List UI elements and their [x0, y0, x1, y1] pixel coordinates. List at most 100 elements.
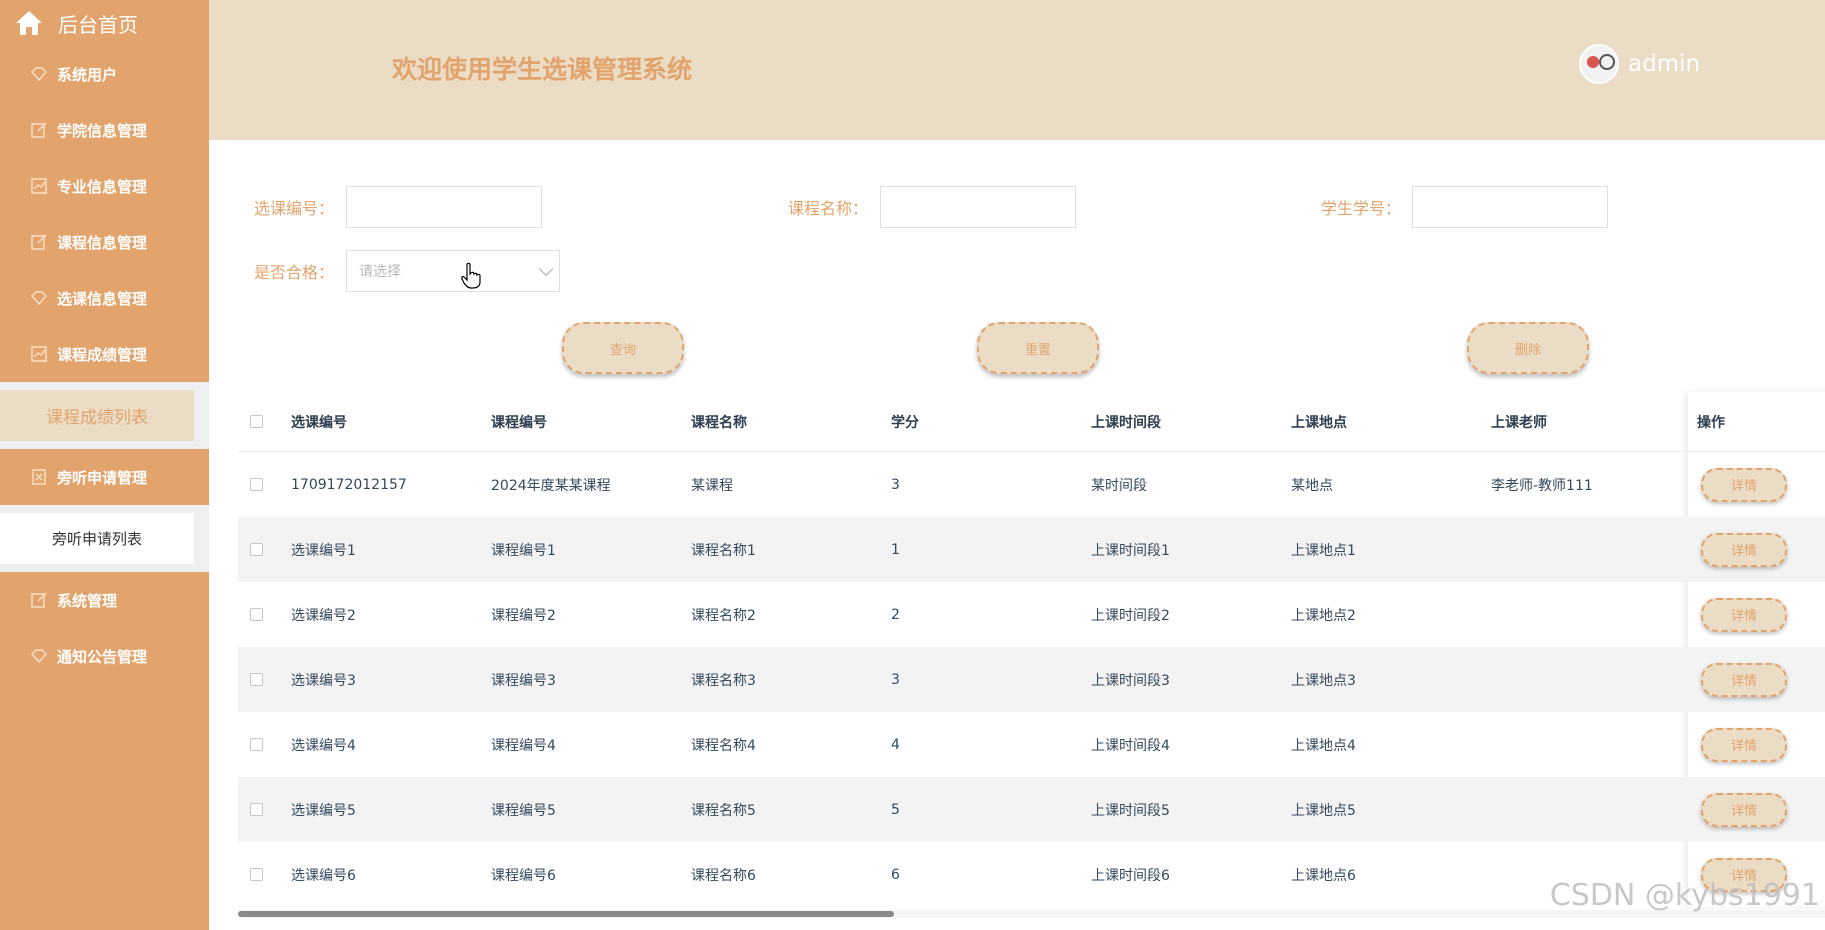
cell: 课程编号2: [491, 607, 556, 624]
detail-button[interactable]: 详情: [1701, 467, 1787, 502]
header: 欢迎使用学生选课管理系统 admin: [209, 0, 1825, 140]
cell: 6: [891, 866, 900, 883]
selection-no-input[interactable]: [346, 186, 542, 228]
grades-table: 选课编号 课程编号 课程名称 学分 上课时间段 上课地点 上课老师 操作 170…: [238, 392, 1825, 907]
sidebar-item-major[interactable]: 专业信息管理: [0, 158, 209, 214]
sidebar-item-label: 课程成绩管理: [57, 345, 148, 364]
course-name-input[interactable]: [880, 186, 1076, 228]
home-label: 后台首页: [58, 12, 138, 37]
table-row[interactable]: 1709172012157 2024年度某某课程 某课程 3 某时间段 某地点 …: [238, 452, 1825, 517]
bookmark-icon: [30, 468, 48, 486]
page-title: 欢迎使用学生选课管理系统: [392, 55, 693, 84]
detail-button[interactable]: 详情: [1701, 597, 1787, 632]
cell: 选课编号3: [291, 672, 356, 689]
cell: 选课编号5: [291, 802, 356, 819]
cell: 上课时间段6: [1091, 867, 1170, 884]
sidebar-item-label: 系统管理: [57, 591, 118, 610]
cell: 课程名称5: [691, 802, 756, 819]
cell: 课程名称1: [691, 542, 756, 559]
table-row[interactable]: 选课编号3 课程编号3 课程名称3 3 上课时间段3 上课地点3 详情: [238, 647, 1825, 712]
reset-button[interactable]: 重置: [977, 322, 1099, 374]
row-checkbox[interactable]: [250, 478, 263, 491]
col-header: 课程名称: [691, 414, 747, 431]
cell: 课程名称4: [691, 737, 756, 754]
cell: 选课编号1: [291, 542, 356, 559]
cell: 1: [891, 541, 900, 558]
sidebar-item-selection[interactable]: 选课信息管理: [0, 270, 209, 326]
sidebar-item-college[interactable]: 学院信息管理: [0, 102, 209, 158]
cell: 5: [891, 801, 900, 818]
cell: 课程名称3: [691, 672, 756, 689]
cell: 上课时间段1: [1091, 542, 1170, 559]
detail-button[interactable]: 详情: [1701, 727, 1787, 762]
row-checkbox[interactable]: [250, 673, 263, 686]
cell: 课程编号6: [491, 867, 556, 884]
col-header: 学分: [891, 414, 919, 431]
col-header: 上课时间段: [1091, 414, 1161, 431]
qualified-placeholder: 请选择: [359, 264, 401, 280]
detail-button[interactable]: 详情: [1701, 532, 1787, 567]
cell: 课程编号1: [491, 542, 556, 559]
table-row[interactable]: 选课编号1 课程编号1 课程名称1 1 上课时间段1 上课地点1 详情: [238, 517, 1825, 582]
cell: 上课时间段4: [1091, 737, 1170, 754]
home-icon: [16, 11, 42, 35]
gem-icon: [30, 65, 48, 83]
sidebar-item-label: 系统用户: [57, 65, 118, 84]
main-content: 选课编号： 课程名称： 学生学号： 是否合格： 请选择 查询 重置 删除 选课编…: [218, 150, 1825, 930]
qualified-select[interactable]: 请选择: [346, 250, 560, 292]
detail-button[interactable]: 详情: [1701, 662, 1787, 697]
table-row[interactable]: 选课编号5 课程编号5 课程名称5 5 上课时间段5 上课地点5 详情: [238, 777, 1825, 842]
row-checkbox[interactable]: [250, 608, 263, 621]
row-checkbox[interactable]: [250, 803, 263, 816]
sidebar-item-system[interactable]: 系统管理: [0, 572, 209, 628]
edit-icon: [30, 233, 48, 251]
sidebar-sub-audit-list[interactable]: 旁听申请列表: [0, 513, 194, 564]
col-header: 上课老师: [1491, 414, 1547, 431]
hand-cursor-icon: [461, 262, 481, 289]
watermark: CSDN @kybs1991: [1549, 878, 1820, 913]
cell: 上课地点4: [1291, 737, 1356, 754]
detail-button[interactable]: 详情: [1701, 792, 1787, 827]
avatar: [1579, 44, 1619, 84]
submenu-audit: 旁听申请列表: [0, 505, 209, 572]
delete-button[interactable]: 删除: [1467, 322, 1589, 374]
cell: 某地点: [1291, 477, 1333, 494]
col-header: 选课编号: [291, 414, 347, 431]
table-row[interactable]: 选课编号4 课程编号4 课程名称4 4 上课时间段4 上课地点4 详情: [238, 712, 1825, 777]
sidebar-home[interactable]: 后台首页: [0, 0, 209, 46]
sidebar-item-course[interactable]: 课程信息管理: [0, 214, 209, 270]
sidebar-item-label: 专业信息管理: [57, 177, 148, 196]
submenu-grades: 课程成绩列表: [0, 382, 209, 449]
cell: 上课时间段3: [1091, 672, 1170, 689]
cell: 李老师-教师111: [1491, 477, 1593, 494]
col-header: 上课地点: [1291, 414, 1347, 431]
sidebar-item-notice[interactable]: 通知公告管理: [0, 628, 209, 684]
gem-icon: [30, 289, 48, 307]
chevron-down-icon: [539, 261, 554, 276]
table-row[interactable]: 选课编号2 课程编号2 课程名称2 2 上课时间段2 上课地点2 详情: [238, 582, 1825, 647]
cell: 上课地点2: [1291, 607, 1356, 624]
cell: 选课编号2: [291, 607, 356, 624]
row-checkbox[interactable]: [250, 738, 263, 751]
query-button[interactable]: 查询: [562, 322, 684, 374]
student-no-input[interactable]: [1412, 186, 1608, 228]
select-all-checkbox[interactable]: [250, 415, 263, 428]
cell: 上课时间段2: [1091, 607, 1170, 624]
sidebar-sub-grade-list[interactable]: 课程成绩列表: [0, 390, 194, 441]
cell: 课程名称6: [691, 867, 756, 884]
cell: 4: [891, 736, 900, 753]
cell: 上课地点5: [1291, 802, 1356, 819]
sidebar-item-system-users[interactable]: 系统用户: [0, 46, 209, 102]
row-checkbox[interactable]: [250, 868, 263, 881]
cell: 课程编号4: [491, 737, 556, 754]
row-checkbox[interactable]: [250, 543, 263, 556]
username: admin: [1628, 51, 1701, 77]
cell: 3: [891, 671, 900, 688]
scrollbar-thumb[interactable]: [238, 911, 894, 917]
gem-icon: [30, 647, 48, 665]
sidebar-item-grades[interactable]: 课程成绩管理: [0, 326, 209, 382]
user-menu[interactable]: admin: [1579, 44, 1700, 84]
sidebar-item-audit[interactable]: 旁听申请管理: [0, 449, 209, 505]
cell: 上课地点6: [1291, 867, 1356, 884]
qualified-label: 是否合格：: [254, 263, 335, 282]
